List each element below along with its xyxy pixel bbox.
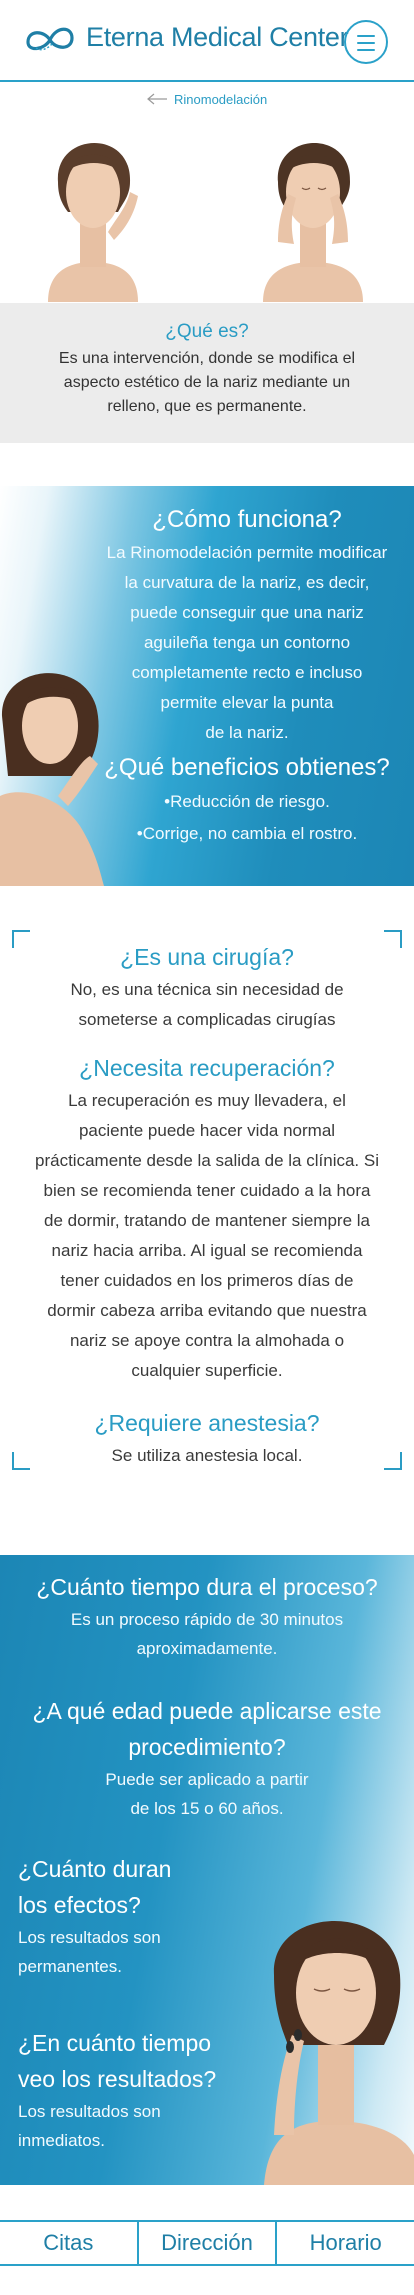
effects-text: Los resultados son permanentes. [18,1923,248,1981]
recovery-line: dormir cabeza arriba evitando que nuestr… [47,1301,367,1320]
age-text: Puede ser aplicado a partir de los 15 o … [0,1765,414,1823]
surgery-line: No, es una técnica sin necesidad de [70,980,344,999]
effects-line: permanentes. [18,1957,122,1976]
recovery-line: nariz se apoye contra la almohada o [69,1331,345,1350]
breadcrumb[interactable]: Rinomodelación [146,89,267,109]
nav-direccion[interactable]: Dirección [139,2222,278,2264]
frame-corner [384,930,402,948]
how-line: puede conseguir que una nariz [130,603,364,622]
recovery-line: nariz hacia arriba. Al igual se recomien… [51,1241,363,1260]
effects-block: ¿Cuánto duran los efectos? Los resultado… [18,1851,248,1981]
what-is-line: aspecto estético de la nariz mediante un [63,374,351,391]
recovery-line: prácticamente desde la salida de la clín… [35,1151,379,1170]
age-line: de los 15 o 60 años. [130,1799,284,1818]
benefits-title: ¿Qué beneficios obtienes? [104,754,390,781]
details-section: ¿Cuánto tiempo dura el proceso? Es un pr… [0,1555,414,2185]
surgery-title: ¿Es una cirugía? [120,944,294,970]
nav-horario[interactable]: Horario [277,2222,414,2264]
what-is-text: Es una intervención, donde se modifica e… [12,347,402,419]
duration-line: aproximadamente. [136,1639,278,1658]
duration-text: Es un proceso rápido de 30 minutos aprox… [0,1605,414,1663]
how-line: permite elevar la punta [160,693,334,712]
recovery-title: ¿Necesita recuperación? [79,1055,335,1081]
age-title-line: ¿A qué edad puede aplicarse este [32,1698,382,1724]
how-line: la curvatura de la nariz, es decir, [124,573,370,592]
what-is-line: Es una intervención, donde se modifica e… [58,350,356,367]
recovery-line: tener cuidados en los primeros días de [60,1271,354,1290]
frame-corner [12,1452,30,1470]
how-it-works-title: ¿Cómo funciona? [152,506,342,533]
hamburger-menu-icon[interactable] [344,20,388,64]
bottom-nav: Citas Dirección Horario [0,2220,414,2266]
recovery-line: paciente puede hacer vida normal [78,1121,336,1140]
age-block: ¿A qué edad puede aplicarse este procedi… [0,1693,414,1823]
faq-framed-section: ¿Es una cirugía? No, es una técnica sin … [0,930,414,1470]
benefit-item: •Corrige, no cambia el rostro. [136,824,358,843]
recovery-line: bien se recomienda tener cuidado a la ho… [43,1181,371,1200]
woman-portrait-photo [264,1920,414,2185]
how-line: La Rinomodelación permite modificar [106,543,388,562]
how-line: de la nariz. [205,723,289,742]
frame-corner [384,1452,402,1470]
age-line: Puede ser aplicado a partir [105,1770,309,1789]
effects-line: Los resultados son [18,1928,161,1947]
recovery-line: cualquier superficie. [131,1361,283,1380]
age-title: ¿A qué edad puede aplicarse este procedi… [0,1693,414,1765]
site-header: Eterna Medical Center [0,0,414,82]
results-title-line: ¿En cuánto tiempo [18,2030,212,2056]
recovery-line: La recuperación es muy llevadera, el [68,1091,346,1110]
results-text: Los resultados son inmediatos. [18,2097,248,2155]
what-is-section: ¿Qué es? Es una intervención, donde se m… [0,303,414,443]
how-it-works-content: ¿Cómo funciona? La Rinomodelación permit… [80,506,414,850]
effects-title-line: ¿Cuánto duran [18,1856,172,1882]
effects-title-line: los efectos? [18,1892,141,1918]
anesthesia-text: Se utiliza anestesia local. [111,1446,303,1465]
how-line: aguileña tenga un contorno [143,633,351,652]
portrait-photo-before [18,112,168,302]
results-line: Los resultados son [18,2102,161,2121]
how-it-works-text: La Rinomodelación permite modificar la c… [80,538,414,748]
what-is-line: relleno, que es permanente. [107,398,307,415]
infinity-logo-icon[interactable] [22,18,78,62]
results-title: ¿En cuánto tiempo veo los resultados? [18,2025,248,2097]
recovery-line: de dormir, tratando de mantener siempre … [43,1211,370,1230]
arrow-left-icon[interactable] [146,93,168,105]
results-block: ¿En cuánto tiempo veo los resultados? Lo… [18,2025,248,2155]
effects-title: ¿Cuánto duran los efectos? [18,1851,248,1923]
benefit-item: •Reducción de riesgo. [164,792,330,811]
benefits-list: •Reducción de riesgo. •Corrige, no cambi… [80,786,414,850]
age-title-line: procedimiento? [128,1734,286,1760]
frame-corner [12,930,30,948]
portrait-photo-after [238,112,388,302]
surgery-text: No, es una técnica sin necesidad de some… [27,975,387,1035]
anesthesia-title: ¿Requiere anestesia? [94,1410,320,1436]
duration-line: Es un proceso rápido de 30 minutos [70,1610,344,1629]
breadcrumb-label[interactable]: Rinomodelación [174,92,267,107]
how-it-works-section: ¿Cómo funciona? La Rinomodelación permit… [0,486,414,886]
what-is-title: ¿Qué es? [165,321,249,342]
brand-name[interactable]: Eterna Medical Center [86,22,349,53]
how-line: completamente recto e incluso [131,663,363,682]
duration-block: ¿Cuánto tiempo dura el proceso? Es un pr… [0,1569,414,1663]
results-line: inmediatos. [18,2131,105,2150]
recovery-text: La recuperación es muy llevadera, el pac… [27,1086,387,1386]
nav-citas[interactable]: Citas [0,2222,139,2264]
results-title-line: veo los resultados? [18,2066,217,2092]
surgery-line: someterse a complicadas cirugías [78,1010,336,1029]
duration-title: ¿Cuánto tiempo dura el proceso? [36,1574,378,1600]
